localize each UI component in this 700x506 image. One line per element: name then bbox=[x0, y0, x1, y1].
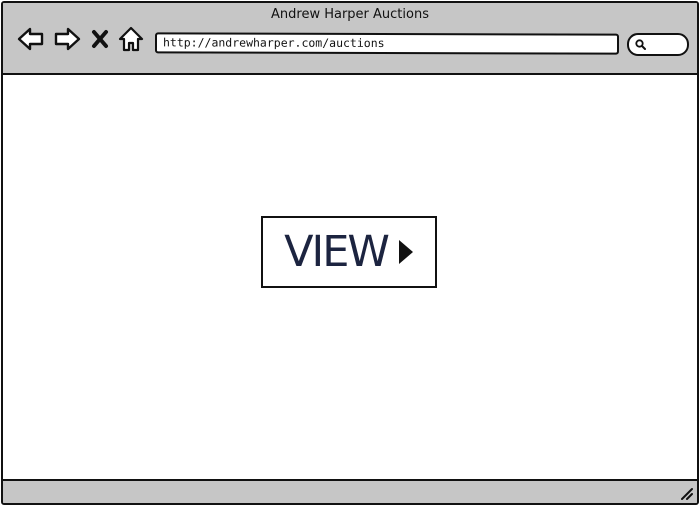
address-bar[interactable]: http://andrewharper.com/auctions bbox=[154, 32, 620, 55]
browser-toolbar: Andrew Harper Auctions http://andrewharp… bbox=[3, 3, 697, 75]
back-arrow-icon[interactable] bbox=[17, 25, 45, 53]
forward-arrow-icon[interactable] bbox=[53, 25, 81, 53]
search-icon bbox=[635, 39, 646, 50]
status-bar bbox=[3, 479, 697, 503]
play-triangle-icon bbox=[398, 240, 413, 264]
view-button-label: VIEW bbox=[284, 227, 390, 277]
view-button[interactable]: VIEW bbox=[261, 216, 437, 288]
browser-window: Andrew Harper Auctions http://andrewharp… bbox=[1, 1, 699, 505]
resize-grip-icon[interactable] bbox=[679, 486, 693, 500]
window-title: Andrew Harper Auctions bbox=[271, 7, 429, 22]
search-button[interactable] bbox=[627, 33, 689, 56]
close-icon[interactable] bbox=[89, 25, 111, 53]
home-icon[interactable] bbox=[117, 25, 145, 53]
page-content: VIEW bbox=[3, 75, 697, 479]
